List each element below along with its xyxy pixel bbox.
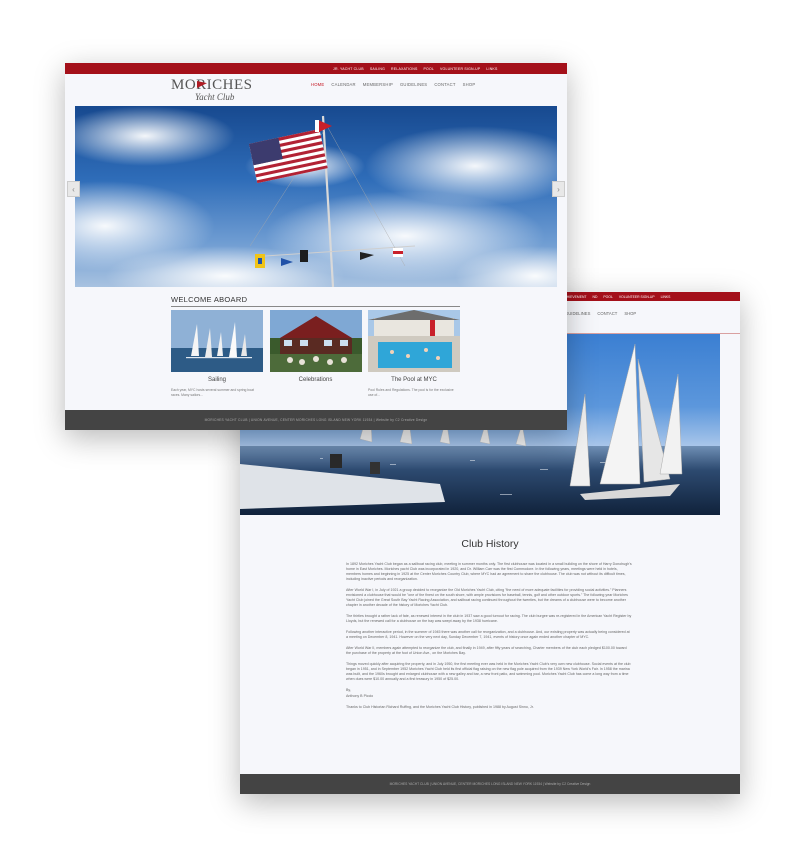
nav-item-calendar[interactable]: CALENDAR xyxy=(331,82,355,87)
history-paragraph: After World War II, members again attemp… xyxy=(346,646,627,655)
top-link-sailing[interactable]: SAILING xyxy=(370,67,385,71)
top-link[interactable]: POOL xyxy=(603,295,612,299)
nav-item-contact[interactable]: CONTACT xyxy=(434,82,455,87)
slider-next-button[interactable]: › xyxy=(552,181,565,197)
celebrations-photo[interactable] xyxy=(269,310,362,372)
top-link[interactable]: ND xyxy=(593,295,598,299)
nav-item-membership[interactable]: MEMBERSHIP xyxy=(363,82,393,87)
home-page-screenshot: JR. YACHT CLUB SAILING RELAXATIONS POOL … xyxy=(65,63,567,430)
tile-pool[interactable]: The Pool at MYC Pool Rules and Regulatio… xyxy=(368,310,460,398)
main-nav: HOME CALENDAR MEMBERSHIP GUIDELINES CONT… xyxy=(311,82,475,87)
nav-item-guidelines[interactable]: GUIDELINES xyxy=(565,311,590,316)
main-nav: GUIDELINES CONTACT SHOP xyxy=(565,311,636,316)
top-link-volunteer[interactable]: VOLUNTEER SIGN-UP xyxy=(440,67,480,71)
pool-image xyxy=(368,310,460,372)
sailing-image xyxy=(171,310,263,372)
history-article: In 1892 Moriches Yacht Club began as a s… xyxy=(346,562,632,716)
pool-photo[interactable] xyxy=(368,310,460,372)
page-title: Club History xyxy=(461,538,519,550)
footer-text: MORICHES YACHT CLUB | UNION AVENUE, CENT… xyxy=(389,782,591,786)
tile-description: Pool Rules and Regulations. The pool is … xyxy=(368,388,454,397)
nav-item-shop[interactable]: SHOP xyxy=(624,311,636,316)
history-paragraph: After World War I, in July of 1921 a gro… xyxy=(346,588,628,607)
footer-text: MORICHES YACHT CLUB | UNION AVENUE, CENT… xyxy=(204,418,428,422)
top-link-relaxations[interactable]: RELAXATIONS xyxy=(391,67,417,71)
tile-sailing[interactable]: Sailing Each year, MYC hosts several sum… xyxy=(171,310,263,398)
top-links: ACHIEVEMENT ND POOL VOLUNTEER SIGN-UP LI… xyxy=(562,292,670,301)
footer: MORICHES YACHT CLUB | UNION AVENUE, CENT… xyxy=(65,410,567,430)
chevron-left-icon: ‹ xyxy=(72,184,75,194)
top-links: JR. YACHT CLUB SAILING RELAXATIONS POOL … xyxy=(333,63,504,74)
nav-item-contact[interactable]: CONTACT xyxy=(597,311,617,316)
top-link-links[interactable]: LINKS xyxy=(486,67,497,71)
top-link[interactable]: VOLUNTEER SIGN-UP xyxy=(619,295,655,299)
author-name: Anthony B Piccio xyxy=(346,694,374,698)
tile-title[interactable]: Sailing xyxy=(171,377,263,383)
welcome-title: WELCOME ABOARD xyxy=(171,295,460,307)
logo-line2: Yacht Club xyxy=(195,92,235,102)
history-paragraph: The thirties brought a rather lack of fa… xyxy=(346,614,632,623)
tile-celebrations[interactable]: Celebrations xyxy=(269,310,362,398)
nav-item-guidelines[interactable]: GUIDELINES xyxy=(400,82,427,87)
tile-title[interactable]: The Pool at MYC xyxy=(368,377,460,383)
nav-item-shop[interactable]: SHOP xyxy=(463,82,476,87)
footer: MORICHES YACHT CLUB | UNION AVENUE, CENT… xyxy=(240,774,740,794)
top-link[interactable]: LINKS xyxy=(661,295,671,299)
flagpole-sky-image xyxy=(75,106,557,287)
top-link-pool[interactable]: POOL xyxy=(423,67,434,71)
sailing-photo[interactable] xyxy=(171,310,263,372)
credits-paragraph: Thanks to Club Historian Richard Ruffing… xyxy=(346,705,534,709)
top-link-jr-yacht-club[interactable]: JR. YACHT CLUB xyxy=(333,67,364,71)
history-paragraph: In 1892 Moriches Yacht Club began as a s… xyxy=(346,562,632,581)
nav-item-home[interactable]: HOME xyxy=(311,82,324,87)
welcome-section-header: WELCOME ABOARD xyxy=(171,295,460,307)
byline-label: By, xyxy=(346,688,351,692)
history-paragraph: Things moved quickly after acquiring the… xyxy=(346,662,631,681)
feature-tiles: Sailing Each year, MYC hosts several sum… xyxy=(171,310,460,398)
tile-description: Each year, MYC hosts several summer and … xyxy=(171,388,254,397)
site-logo[interactable]: MORICHES Yacht Club xyxy=(171,78,255,104)
chevron-right-icon: › xyxy=(557,184,560,194)
hero-slider xyxy=(75,106,557,287)
celebrations-image xyxy=(269,310,362,372)
history-paragraph: Following another interactive period, in… xyxy=(346,630,630,639)
logo-line1: MORICHES xyxy=(171,77,253,93)
slider-prev-button[interactable]: ‹ xyxy=(67,181,80,197)
tile-title[interactable]: Celebrations xyxy=(270,377,362,383)
site-header: MORICHES Yacht Club HOME CALENDAR MEMBER… xyxy=(65,74,567,106)
